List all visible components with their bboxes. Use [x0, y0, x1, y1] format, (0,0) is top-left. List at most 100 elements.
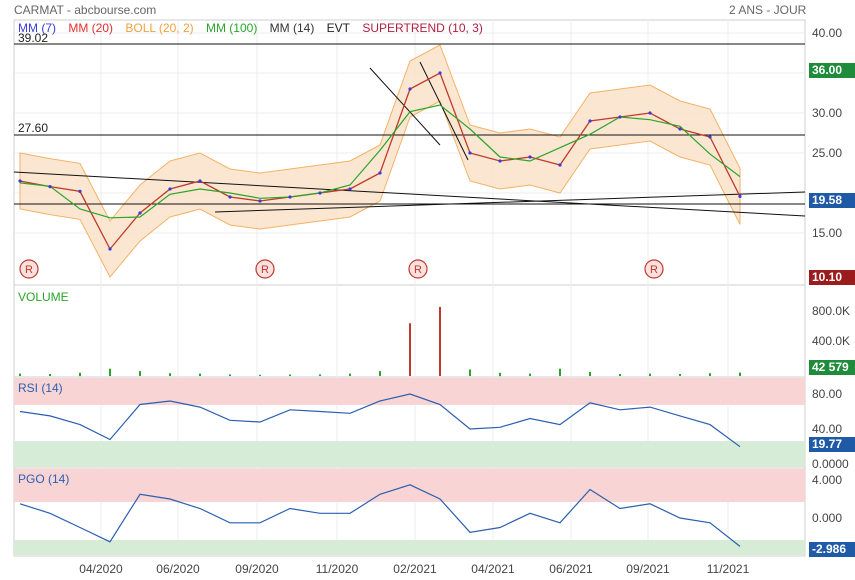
volume-bar — [169, 373, 171, 376]
x-tick: 04/2020 — [79, 562, 123, 576]
price-point — [48, 185, 52, 189]
volume-value-tag: 42 579 — [809, 360, 855, 375]
event-marker-label: R — [25, 264, 33, 276]
x-tick: 11/2020 — [315, 562, 359, 576]
chart-svg: RRRR — [13, 19, 806, 557]
price-point — [108, 247, 112, 251]
ma100-tag: 36.00 — [809, 63, 855, 78]
volume-bar — [409, 323, 411, 376]
legend-supertrend[interactable]: SUPERTREND (10, 3) — [362, 21, 482, 35]
volume-bar — [559, 368, 561, 376]
volume-panel-label: VOLUME — [18, 290, 69, 304]
volume-bar — [619, 374, 621, 376]
price-point — [708, 135, 712, 139]
price-tick: 15.00 — [812, 226, 843, 240]
volume-bar — [139, 371, 141, 376]
legend-mm14[interactable]: MM (14) — [270, 21, 315, 35]
level-mid-label: 27.60 — [18, 121, 49, 135]
rsi-panel-label: RSI (14) — [18, 381, 63, 395]
rsi-tick: 80.00 — [812, 387, 843, 401]
event-marker-label: R — [261, 264, 269, 276]
price-point — [528, 155, 532, 159]
price-point — [588, 119, 592, 123]
volume-bar — [49, 374, 51, 376]
bollinger-band — [19, 44, 741, 278]
legend: MM (7) MM (20) BOLL (20, 2) MM (100) MM … — [18, 21, 492, 35]
x-tick: 09/2021 — [626, 562, 670, 576]
volume-bar — [379, 371, 381, 376]
volume-bar — [649, 373, 651, 376]
volume-bar — [349, 373, 351, 376]
rsi-pgo-zones — [14, 378, 805, 555]
level-high-label: 39.02 — [18, 31, 49, 45]
rsi-value-tag: 19.77 — [809, 437, 855, 452]
event-marker-label: R — [650, 264, 658, 276]
event-marker-label: R — [414, 264, 422, 276]
pgo-value-tag: -2.986 — [809, 542, 855, 557]
price-point — [738, 194, 742, 198]
volume-bar — [709, 373, 711, 376]
pgo-tick: 0.000 — [812, 511, 843, 525]
price-point — [258, 199, 262, 203]
volume-bar — [679, 374, 681, 376]
price-point — [498, 159, 502, 163]
volume-bar — [199, 373, 201, 376]
price-point — [318, 191, 322, 195]
volume-tick: 400.0K — [812, 334, 851, 348]
volume-bar — [469, 369, 471, 376]
low-price-tag: 10.10 — [809, 270, 855, 285]
volume-tick: 800.0K — [812, 304, 851, 318]
price-tick: 30.00 — [812, 106, 843, 120]
price-point — [288, 195, 292, 199]
legend-evt[interactable]: EVT — [327, 21, 350, 35]
x-tick: 06/2021 — [549, 562, 593, 576]
legend-boll[interactable]: BOLL (20, 2) — [125, 21, 193, 35]
volume-bar — [499, 372, 501, 377]
price-point — [78, 189, 82, 193]
legend-mm20[interactable]: MM (20) — [68, 21, 113, 35]
rsi-tick: 40.00 — [812, 422, 843, 436]
price-tick: 40.00 — [812, 26, 843, 40]
price-point — [618, 115, 622, 119]
price-point — [168, 187, 172, 191]
price-point — [198, 179, 202, 183]
bollinger-area — [19, 44, 741, 278]
price-point — [228, 195, 232, 199]
volume-bar — [589, 371, 591, 376]
price-point — [438, 71, 442, 75]
rsi-overbought-zone — [14, 378, 805, 405]
legend-mm100[interactable]: MM (100) — [206, 21, 257, 35]
price-point — [678, 127, 682, 131]
volume-bar — [229, 374, 231, 376]
chart-title: CARMAT - abcbourse.com — [14, 3, 157, 17]
volume-bar — [439, 306, 441, 376]
volume-bar — [19, 373, 21, 376]
volume-bar — [739, 372, 741, 376]
period-label: 2 ANS - JOUR — [729, 3, 807, 17]
rsi-tick: 0.0000 — [812, 457, 849, 471]
x-tick: 04/2021 — [471, 562, 515, 576]
close-price-tag: 19.58 — [809, 193, 855, 208]
price-point — [18, 179, 22, 183]
x-tick: 06/2020 — [156, 562, 200, 576]
price-point — [378, 171, 382, 175]
price-point — [558, 163, 562, 167]
rsi-oversold-zone — [14, 441, 805, 467]
pgo-low-zone — [14, 540, 805, 555]
volume-bar — [289, 374, 291, 376]
price-point — [408, 87, 412, 91]
volume-bar — [529, 373, 531, 376]
volume-bar — [79, 372, 81, 377]
pgo-tick: 4.000 — [812, 473, 843, 487]
pgo-panel-label: PGO (14) — [18, 472, 70, 486]
price-point — [468, 151, 472, 155]
x-tick: 09/2020 — [235, 562, 279, 576]
volume-bar — [109, 368, 111, 376]
volume-bar — [319, 374, 321, 376]
price-point — [138, 211, 142, 215]
volume-bar — [259, 374, 261, 376]
x-tick: 02/2021 — [393, 562, 437, 576]
price-point — [348, 187, 352, 191]
price-tick: 25.00 — [812, 146, 843, 160]
x-tick: 11/2021 — [706, 562, 750, 576]
